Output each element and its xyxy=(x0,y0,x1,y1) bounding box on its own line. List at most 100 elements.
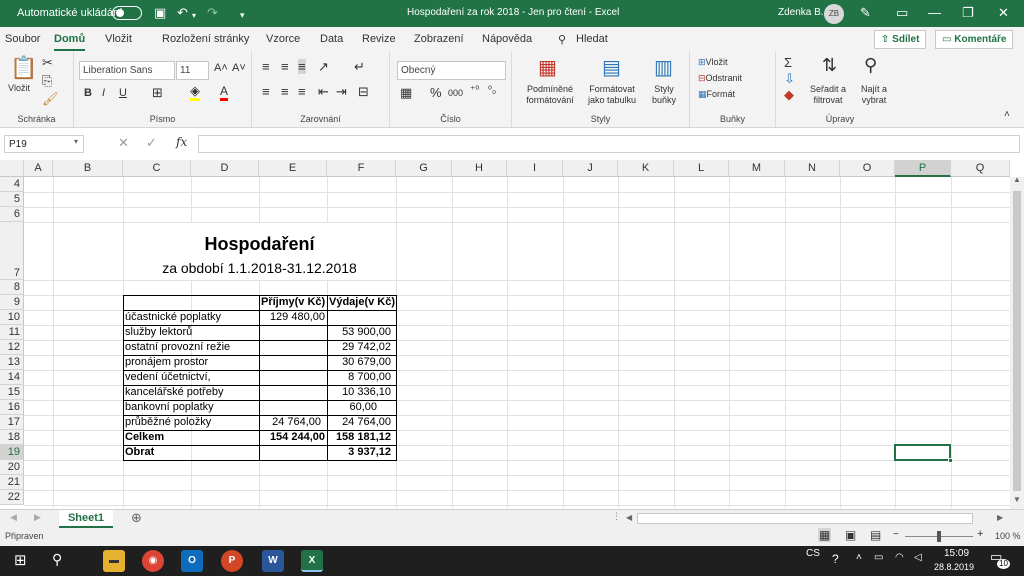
align-top-icon[interactable]: ≡ xyxy=(262,59,270,74)
find-select-icon[interactable]: ⚲ xyxy=(864,55,877,76)
italic-button[interactable]: I xyxy=(102,87,105,99)
decrease-indent-icon[interactable]: ⇤ xyxy=(318,84,329,100)
row-header[interactable]: 6 xyxy=(0,207,24,222)
word-icon[interactable]: W xyxy=(262,550,284,572)
col-header[interactable]: Q xyxy=(951,160,1010,177)
clock-date[interactable]: 28.8.2019 xyxy=(934,562,974,572)
search-label[interactable]: Hledat xyxy=(576,33,608,45)
align-right-icon[interactable]: ≡ xyxy=(298,84,306,99)
col-header[interactable]: I xyxy=(507,160,563,177)
font-name-box[interactable]: Liberation Sans xyxy=(79,61,175,80)
page-layout-icon[interactable]: ▣ xyxy=(845,528,856,542)
scroll-left-icon[interactable]: ◀ xyxy=(626,513,632,522)
redo-icon[interactable]: ↷ xyxy=(207,6,218,20)
increase-indent-icon[interactable]: ⇥ xyxy=(336,84,347,100)
number-format-box[interactable]: Obecný xyxy=(397,61,506,80)
close-icon[interactable]: ✕ xyxy=(998,5,1009,21)
vertical-scroll-thumb[interactable] xyxy=(1013,191,1021,491)
col-header[interactable]: A xyxy=(24,160,53,177)
pen-icon[interactable]: ✎ xyxy=(860,5,871,21)
col-header[interactable]: F xyxy=(327,160,396,177)
cell-styles-icon[interactable]: ▥ xyxy=(654,55,673,80)
row-header[interactable]: 18 xyxy=(0,430,24,445)
tab-zobrazeni[interactable]: Zobrazení xyxy=(414,33,464,45)
undo-dropdown-icon[interactable]: ▾ xyxy=(192,9,196,23)
name-box[interactable]: P19 xyxy=(4,135,84,153)
increase-decimal-icon[interactable]: ⁺⁰ xyxy=(470,85,479,96)
align-bottom-icon[interactable]: ≡ xyxy=(298,59,306,74)
zoom-out-icon[interactable]: − xyxy=(893,529,899,540)
sort-filter-icon[interactable]: ⇅ xyxy=(822,55,837,76)
namebox-dropdown-icon[interactable]: ▾ xyxy=(74,137,78,146)
paste-icon[interactable]: 📋 xyxy=(10,55,37,81)
font-color-icon[interactable]: A xyxy=(220,84,229,101)
windows-start-icon[interactable]: ⊞ xyxy=(14,551,27,569)
shrink-font-icon[interactable]: A˅ xyxy=(232,62,246,74)
user-name[interactable]: Zdenka B. xyxy=(778,7,824,18)
thousands-button[interactable]: 000 xyxy=(448,88,463,98)
restore-icon[interactable]: ❐ xyxy=(962,5,974,21)
autosave-toggle[interactable] xyxy=(112,6,142,20)
wrap-text-icon[interactable]: ↵ xyxy=(354,59,365,75)
comments-button[interactable]: ▭ Komentáře xyxy=(935,30,1014,49)
zoom-level[interactable]: 100 % xyxy=(995,531,1021,541)
file-explorer-icon[interactable]: ▬ xyxy=(103,550,125,572)
fill-icon[interactable]: ⇩ xyxy=(784,71,795,87)
language-indicator[interactable]: CS xyxy=(806,548,820,559)
formula-input[interactable] xyxy=(198,135,1020,153)
tab-split-handle[interactable]: ⋮ xyxy=(612,511,621,522)
cell-styles-label[interactable]: Styly buňky xyxy=(644,84,684,106)
volume-icon[interactable]: ◁ xyxy=(914,552,922,563)
sort-filter-label[interactable]: Seřadit a filtrovat xyxy=(806,84,850,106)
scroll-right-icon[interactable]: ▶ xyxy=(997,513,1003,522)
orientation-icon[interactable]: ↗ xyxy=(318,59,329,75)
col-header[interactable]: E xyxy=(259,160,327,177)
vertical-scrollbar[interactable]: ▲ ▼ xyxy=(1010,175,1024,509)
battery-icon[interactable]: ▭ xyxy=(874,552,883,563)
select-all-corner[interactable] xyxy=(0,160,24,177)
tab-napoveda[interactable]: Nápověda xyxy=(482,33,532,45)
tab-vlozit[interactable]: Vložit xyxy=(105,33,132,45)
wifi-icon[interactable]: ◠ xyxy=(895,552,904,563)
row-header[interactable]: 13 xyxy=(0,355,24,370)
minimize-icon[interactable]: — xyxy=(928,5,941,21)
align-middle-icon[interactable]: ≡ xyxy=(281,59,289,74)
tab-vzorce[interactable]: Vzorce xyxy=(266,33,300,45)
avatar[interactable]: ZB xyxy=(824,4,844,24)
col-header[interactable]: O xyxy=(840,160,895,177)
align-left-icon[interactable]: ≡ xyxy=(262,84,270,99)
col-header[interactable]: L xyxy=(674,160,729,177)
scroll-up-icon[interactable]: ▲ xyxy=(1013,175,1021,184)
selected-cell[interactable] xyxy=(894,444,951,461)
col-header[interactable]: G xyxy=(396,160,452,177)
row-header-selected[interactable]: 19 xyxy=(0,445,24,460)
share-button[interactable]: ⇧ Sdílet xyxy=(874,30,927,49)
clock-time[interactable]: 15:09 xyxy=(944,548,969,559)
excel-icon[interactable]: X xyxy=(301,550,323,572)
copy-icon[interactable]: ⎘ xyxy=(42,73,52,89)
add-sheet-icon[interactable]: ⊕ xyxy=(131,510,142,526)
col-header[interactable]: C xyxy=(123,160,191,177)
row-header[interactable]: 10 xyxy=(0,310,24,325)
paste-label[interactable]: Vložit xyxy=(8,83,30,94)
row-header[interactable]: 12 xyxy=(0,340,24,355)
row-header[interactable]: 9 xyxy=(0,295,24,310)
cancel-icon[interactable]: ✕ xyxy=(118,135,129,151)
prev-sheet-icon[interactable]: ◀ xyxy=(10,512,17,523)
worksheet-grid[interactable]: A B C D E F G H I J K L M N O P Q 4 5 6 … xyxy=(0,160,1010,508)
search-taskbar-icon[interactable]: ⚲ xyxy=(52,551,62,568)
scroll-down-icon[interactable]: ▼ xyxy=(1013,495,1021,504)
autosum-icon[interactable]: Σ xyxy=(784,55,792,70)
format-cells-button[interactable]: ▦Formát xyxy=(698,89,735,100)
row-header[interactable]: 4 xyxy=(0,177,24,192)
outlook-icon[interactable]: O xyxy=(181,550,203,572)
accounting-format-icon[interactable]: ▦ xyxy=(400,85,412,101)
col-header[interactable]: J xyxy=(563,160,618,177)
zoom-slider-thumb[interactable] xyxy=(937,531,941,542)
grow-font-icon[interactable]: A˄ xyxy=(214,62,228,74)
collapse-ribbon-icon[interactable]: ˄ xyxy=(1004,109,1010,120)
row-header[interactable]: 16 xyxy=(0,400,24,415)
tab-revize[interactable]: Revize xyxy=(362,33,396,45)
horizontal-scroll-thumb[interactable] xyxy=(637,513,973,524)
zoom-in-icon[interactable]: + xyxy=(977,528,983,540)
